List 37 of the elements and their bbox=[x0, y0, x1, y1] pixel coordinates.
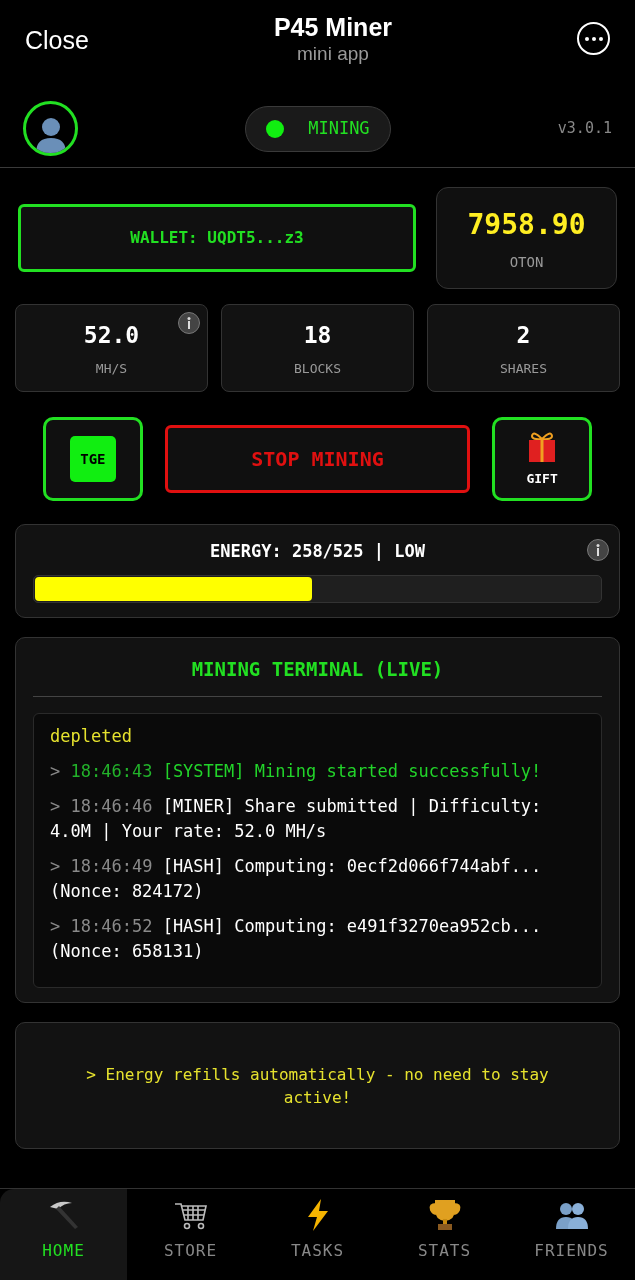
info-icon[interactable] bbox=[178, 312, 200, 334]
stat-label: BLOCKS bbox=[294, 359, 341, 378]
nav-tab[interactable]: FRIENDS bbox=[508, 1189, 635, 1280]
close-button[interactable]: Close bbox=[25, 22, 89, 60]
balance-unit: OTON bbox=[509, 252, 544, 272]
gift-button[interactable]: GIFT bbox=[492, 417, 592, 501]
info-icon[interactable] bbox=[587, 539, 609, 561]
avatar[interactable] bbox=[23, 101, 78, 156]
log-entry: depleted bbox=[50, 724, 133, 748]
tge-button[interactable]: TGE bbox=[43, 417, 143, 501]
nav-tab[interactable]: HOME bbox=[0, 1189, 127, 1280]
people-icon bbox=[554, 1200, 589, 1230]
more-button[interactable] bbox=[577, 22, 610, 55]
balance-amount: 7958.90 bbox=[467, 206, 586, 243]
stat-value: 18 bbox=[303, 321, 332, 350]
log-entry: > 18:46:49 [HASH] Computing: 0ecf2d066f744abf... (Nonce: 824172) bbox=[50, 854, 543, 903]
tip-text: > Energy refills automatically - no need to stay active! bbox=[85, 1063, 550, 1109]
log-entry: > 18:46:52 [HASH] Computing: e491f3270ea952cb... (Nonce: 658131) bbox=[50, 914, 543, 963]
status-label: MINING bbox=[308, 116, 370, 140]
log-entry: > 18:46:46 [MINER] Share submitted | Difficulty: 4.0M | Your rate: 52.0 MH/s bbox=[50, 794, 543, 843]
app-subtitle: mini app bbox=[297, 42, 369, 66]
stat-value: 52.0 bbox=[83, 321, 140, 350]
wallet-button[interactable]: WALLET: UQDT5...z3 bbox=[18, 204, 416, 272]
nav-tab[interactable]: STORE bbox=[127, 1189, 254, 1280]
stat-value: 2 bbox=[516, 321, 531, 350]
stop-mining-button[interactable]: STOP MINING bbox=[164, 425, 471, 493]
trophy-icon bbox=[427, 1198, 462, 1232]
terminal-title: MINING TERMINAL (LIVE) bbox=[33, 638, 602, 697]
nav-tab[interactable]: STATS bbox=[381, 1189, 508, 1280]
version-label: v3.0.1 bbox=[557, 118, 612, 140]
tge-badge: TGE bbox=[69, 436, 116, 482]
nav-tab[interactable]: TASKS bbox=[254, 1189, 381, 1280]
energy-label: ENERGY: 258/525 | LOW bbox=[210, 540, 425, 564]
stat-label: MH/S bbox=[95, 359, 128, 378]
log-entry: > 18:46:43 [SYSTEM] Mining started successfully! bbox=[50, 759, 543, 783]
stat-label: SHARES bbox=[500, 359, 547, 378]
app-title: P45 Miner bbox=[273, 12, 392, 42]
